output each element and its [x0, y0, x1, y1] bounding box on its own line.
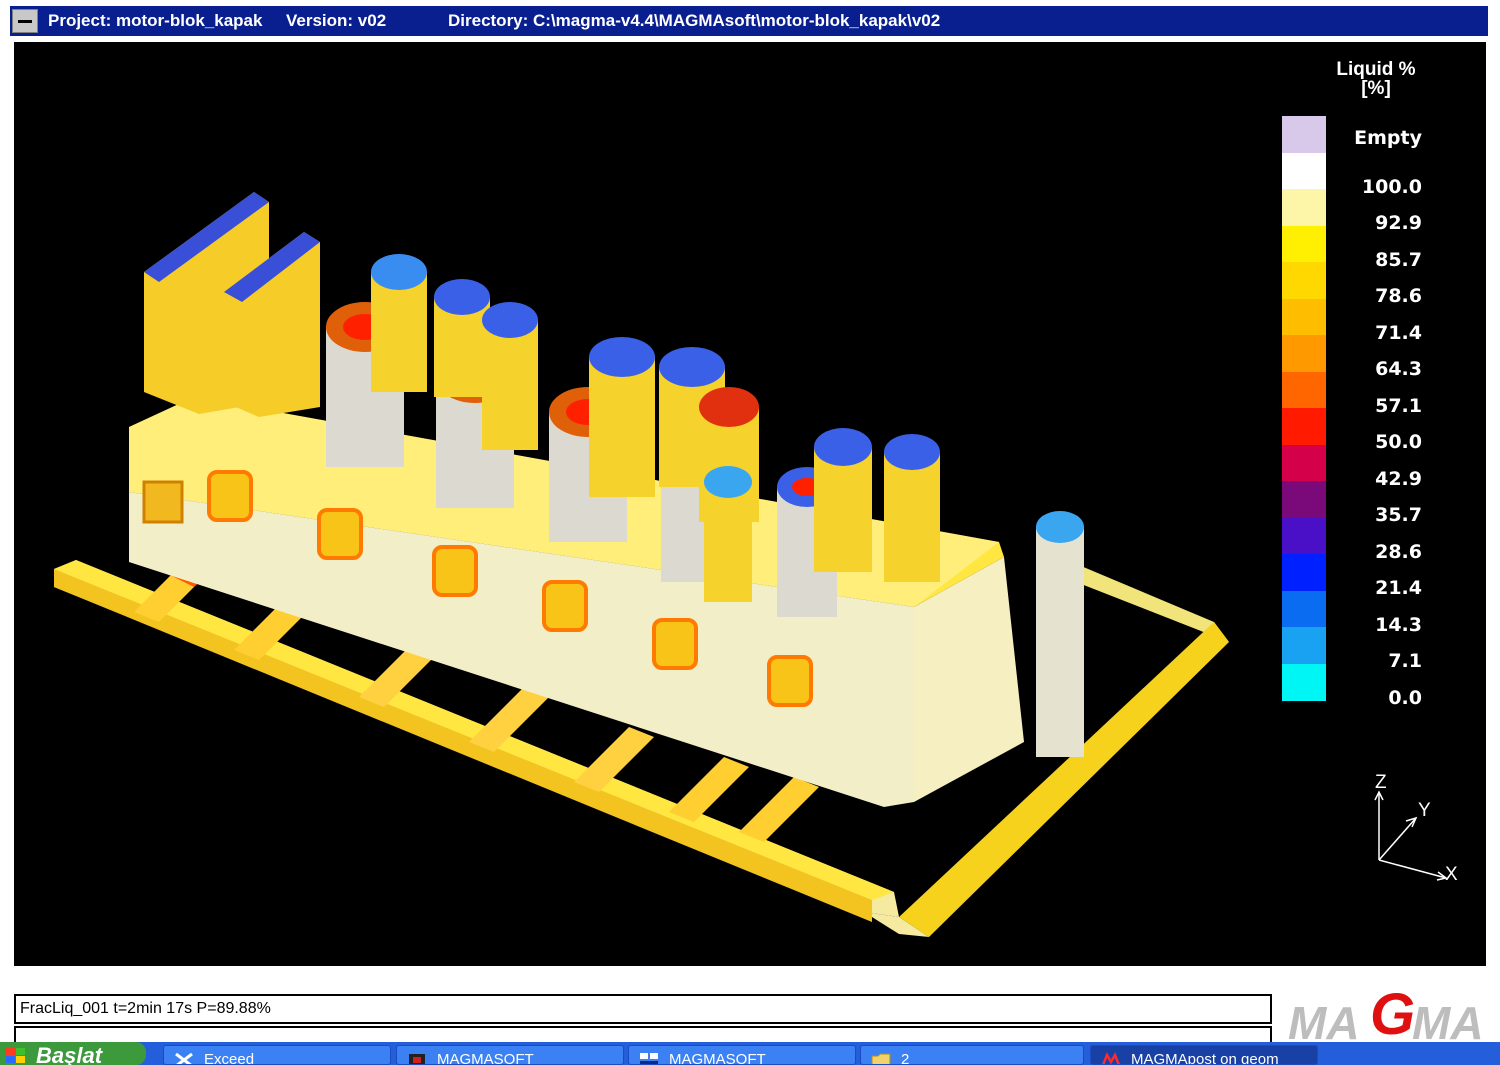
legend-label: 42.9	[1375, 467, 1422, 490]
magma-logo: MA G MA	[1288, 984, 1484, 1044]
axis-label-y: Y	[1418, 800, 1431, 821]
status-field: FracLiq_001 t=2min 17s P=89.88%	[14, 994, 1272, 1024]
legend-swatch	[1282, 371, 1326, 409]
legend-label: 35.7	[1375, 504, 1422, 526]
legend-label: 0.0	[1388, 686, 1422, 709]
window-title-bar[interactable]: Project: motor-blok_kapak Version: v02 D…	[10, 6, 1488, 36]
taskbar-button-exceed[interactable]: Exceed	[163, 1045, 391, 1065]
legend-title-unit: [%]	[1361, 78, 1391, 99]
legend-swatch	[1282, 408, 1326, 446]
start-label: Başlat	[36, 1043, 103, 1065]
taskbar-button-magmasoft-2[interactable]: MAGMASOFT	[628, 1045, 856, 1065]
taskbar-button-magmapost[interactable]: MAGMApost on geom	[1090, 1045, 1318, 1065]
legend-swatch	[1282, 627, 1326, 665]
legend-swatch	[1282, 262, 1326, 300]
svg-text:MA: MA	[1288, 997, 1360, 1044]
project-title: Project: motor-blok_kapak	[48, 11, 263, 30]
legend-label: 100.0	[1361, 175, 1422, 198]
legend-swatch	[1282, 481, 1326, 519]
legend-swatch	[1282, 590, 1326, 628]
svg-text:MA: MA	[1412, 997, 1484, 1044]
axis-label-x: X	[1445, 864, 1458, 885]
start-button[interactable]: Başlat	[0, 1042, 146, 1065]
exceed-icon	[175, 1052, 193, 1064]
magmasoft-icon	[409, 1054, 425, 1064]
minus-icon	[18, 19, 32, 23]
message-field	[14, 1026, 1272, 1042]
legend-swatch	[1282, 152, 1326, 190]
taskbar-button-label: MAGMASOFT	[437, 1051, 534, 1065]
legend-label: 21.4	[1375, 577, 1422, 599]
legend-label: 85.7	[1375, 248, 1422, 271]
legend-label: 71.4	[1375, 321, 1422, 344]
svg-text:G: G	[1370, 984, 1415, 1044]
legend-swatch	[1282, 225, 1326, 263]
legend-label: 92.9	[1375, 212, 1422, 234]
legend-label: 78.6	[1375, 285, 1422, 307]
axis-label-z: Z	[1375, 772, 1387, 793]
legend-label: 7.1	[1388, 650, 1422, 672]
legend-swatch	[1282, 189, 1326, 227]
legend-swatch	[1282, 116, 1326, 154]
taskbar-button-label: MAGMApost on geom	[1131, 1051, 1279, 1065]
legend-swatch	[1282, 663, 1326, 701]
legend-label: 14.3	[1375, 613, 1422, 636]
version-title: Version: v02	[286, 11, 387, 30]
status-text: FracLiq_001 t=2min 17s P=89.88%	[20, 1000, 271, 1017]
legend-label: 50.0	[1375, 431, 1422, 453]
taskbar-button-label: 2	[901, 1051, 910, 1065]
legend-label: 57.1	[1375, 394, 1422, 417]
taskbar-button-folder[interactable]: 2	[860, 1045, 1084, 1065]
legend-label: Empty	[1354, 127, 1422, 149]
directory-title: Directory: C:\magma-v4.4\MAGMAsoft\motor…	[448, 11, 941, 30]
legend-title-quantity: Liquid %	[1336, 59, 1416, 80]
legend-swatch	[1282, 554, 1326, 592]
system-menu-button[interactable]	[12, 9, 38, 33]
legend-swatch	[1282, 298, 1326, 336]
magmapost-icon	[1102, 1052, 1120, 1064]
riser-blocks	[144, 192, 320, 417]
legend-label: 28.6	[1375, 540, 1422, 563]
legend-swatch	[1282, 444, 1326, 482]
taskbar: Başlat Exceed MAGMASOFT MAGMASOFT 2 MAGM…	[0, 1042, 1500, 1065]
taskbar-button-label: MAGMASOFT	[669, 1051, 766, 1065]
casting-model[interactable]	[14, 42, 1486, 966]
folder-icon	[871, 1053, 891, 1064]
legend-swatch	[1282, 517, 1326, 555]
legend-label: 64.3	[1375, 358, 1422, 380]
taskbar-button-label: Exceed	[204, 1051, 255, 1065]
taskbar-button-magmasoft-1[interactable]: MAGMASOFT	[396, 1045, 624, 1065]
legend-title: Liquid % [%]	[1314, 60, 1438, 98]
window-icon	[640, 1053, 658, 1064]
3d-viewport[interactable]: Liquid % [%] Empty 100.0 92.9 85.7 78.6 71.4 6…	[14, 42, 1486, 966]
legend-swatch	[1282, 335, 1326, 373]
windows-flag-icon	[6, 1048, 25, 1063]
